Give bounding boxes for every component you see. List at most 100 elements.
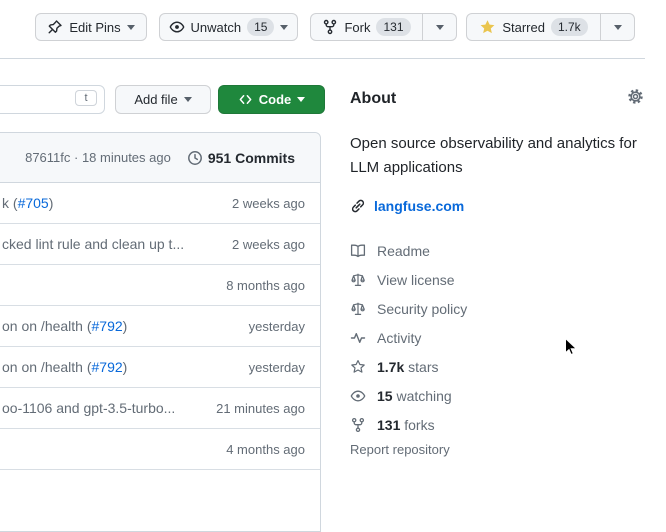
stars-count: 1.7k bbox=[551, 18, 588, 36]
go-to-file-input[interactable]: t bbox=[0, 85, 105, 114]
about-links: Readme View license Security policy Acti… bbox=[350, 236, 652, 457]
report-repository-link[interactable]: Report repository bbox=[350, 442, 652, 457]
chevron-down-icon bbox=[436, 25, 444, 30]
starred-button-group: Starred 1.7k bbox=[466, 13, 635, 41]
commit-message[interactable]: cked lint rule and clean up t... bbox=[2, 236, 184, 252]
issue-link[interactable]: #792 bbox=[92, 318, 123, 334]
issue-link[interactable]: #705 bbox=[18, 195, 49, 211]
code-label: Code bbox=[259, 92, 292, 107]
readme-link[interactable]: Readme bbox=[350, 236, 652, 265]
about-link-label: 15 watching bbox=[377, 388, 452, 404]
commit-age[interactable]: 2 weeks ago bbox=[232, 196, 305, 211]
chevron-down-icon bbox=[297, 97, 305, 102]
message-text: on on /health ( bbox=[2, 318, 92, 334]
commit-age[interactable]: 8 months ago bbox=[226, 278, 305, 293]
edit-pins-label: Edit Pins bbox=[69, 20, 120, 35]
add-file-button[interactable]: Add file bbox=[115, 85, 211, 114]
file-row: k (#705) 2 weeks ago bbox=[0, 183, 320, 224]
eye-icon bbox=[169, 19, 185, 35]
add-file-label: Add file bbox=[134, 92, 177, 107]
repo-website-row: langfuse.com bbox=[350, 198, 652, 214]
fork-icon bbox=[322, 19, 338, 35]
file-row: on on /health (#792) yesterday bbox=[0, 306, 320, 347]
commit-message[interactable]: oo-1106 and gpt-3.5-turbo... bbox=[2, 400, 175, 416]
forks-count: 131 bbox=[376, 18, 410, 36]
commit-age[interactable]: 2 weeks ago bbox=[232, 237, 305, 252]
commit-message[interactable]: on on /health (#792) bbox=[2, 359, 127, 375]
message-text: ) bbox=[49, 195, 54, 211]
fork-button[interactable]: Fork 131 bbox=[311, 14, 422, 40]
message-text: on on /health ( bbox=[2, 359, 92, 375]
shortcut-key-badge: t bbox=[75, 90, 97, 106]
message-text: k ( bbox=[2, 195, 18, 211]
chevron-down-icon bbox=[127, 25, 135, 30]
book-icon bbox=[350, 243, 366, 259]
watchers-count: 15 bbox=[247, 18, 274, 36]
pulse-icon bbox=[350, 330, 366, 346]
header-divider bbox=[0, 58, 645, 59]
about-panel: About Open source observability and anal… bbox=[350, 90, 652, 457]
commit-age[interactable]: yesterday bbox=[249, 360, 305, 375]
pin-icon bbox=[47, 19, 63, 35]
repo-website-link[interactable]: langfuse.com bbox=[374, 198, 464, 214]
law-icon bbox=[350, 272, 366, 288]
file-row: on on /health (#792) yesterday bbox=[0, 347, 320, 388]
unwatch-label: Unwatch bbox=[191, 20, 242, 35]
commit-message[interactable]: k (#705) bbox=[2, 195, 53, 211]
chevron-down-icon bbox=[280, 25, 288, 30]
file-row: 8 months ago bbox=[0, 265, 320, 306]
about-link-label: View license bbox=[377, 272, 455, 288]
starred-button[interactable]: Starred 1.7k bbox=[467, 14, 600, 40]
stars-link[interactable]: 1.7k stars bbox=[350, 352, 652, 381]
repo-description: Open source observability and analytics … bbox=[350, 132, 652, 180]
edit-pins-button[interactable]: Edit Pins bbox=[35, 13, 147, 41]
eye-icon bbox=[350, 388, 366, 404]
about-link-label: Security policy bbox=[377, 301, 467, 317]
history-icon bbox=[187, 150, 203, 166]
message-text: ) bbox=[123, 318, 128, 334]
commit-age[interactable]: 21 minutes ago bbox=[216, 401, 305, 416]
commit-age[interactable]: 4 months ago bbox=[226, 442, 305, 457]
latest-commit-bar: 87611fc · 18 minutes ago 951 Commits bbox=[0, 133, 320, 183]
code-button[interactable]: Code bbox=[218, 85, 325, 114]
file-row: cked lint rule and clean up t... 2 weeks… bbox=[0, 224, 320, 265]
about-link-label: Activity bbox=[377, 330, 421, 346]
file-row: oo-1106 and gpt-3.5-turbo... 21 minutes … bbox=[0, 388, 320, 429]
chevron-down-icon bbox=[184, 97, 192, 102]
message-text: cked lint rule and clean up t... bbox=[2, 236, 184, 252]
about-link-label: Readme bbox=[377, 243, 430, 259]
star-dropdown-button[interactable] bbox=[600, 14, 634, 40]
commits-count-label: 951 Commits bbox=[208, 150, 295, 166]
link-icon bbox=[350, 198, 366, 214]
commit-history-link[interactable]: 951 Commits bbox=[187, 150, 295, 166]
security-policy-link[interactable]: Security policy bbox=[350, 294, 652, 323]
issue-link[interactable]: #792 bbox=[92, 359, 123, 375]
unwatch-button[interactable]: Unwatch 15 bbox=[159, 13, 298, 41]
message-text: ) bbox=[123, 359, 128, 375]
fork-dropdown-button[interactable] bbox=[422, 14, 456, 40]
commit-message[interactable]: on on /health (#792) bbox=[2, 318, 127, 334]
about-title: About bbox=[350, 90, 652, 108]
file-row: 4 months ago bbox=[0, 429, 320, 470]
starred-label: Starred bbox=[502, 20, 545, 35]
gear-icon bbox=[627, 88, 644, 105]
file-table: 87611fc · 18 minutes ago 951 Commits k (… bbox=[0, 132, 321, 532]
star-icon bbox=[479, 19, 496, 36]
view-license-link[interactable]: View license bbox=[350, 265, 652, 294]
latest-commit-sha[interactable]: 87611fc · 18 minutes ago bbox=[25, 150, 171, 165]
commit-age[interactable]: yesterday bbox=[249, 319, 305, 334]
fork-icon bbox=[350, 417, 366, 433]
forks-link[interactable]: 131 forks bbox=[350, 410, 652, 439]
activity-link[interactable]: Activity bbox=[350, 323, 652, 352]
chevron-down-icon bbox=[614, 25, 622, 30]
about-link-label: 131 forks bbox=[377, 417, 435, 433]
edit-about-button[interactable] bbox=[627, 88, 644, 109]
law-icon bbox=[350, 301, 366, 317]
star-icon bbox=[350, 359, 366, 375]
about-link-label: 1.7k stars bbox=[377, 359, 438, 375]
watching-link[interactable]: 15 watching bbox=[350, 381, 652, 410]
fork-label: Fork bbox=[344, 20, 370, 35]
fork-button-group: Fork 131 bbox=[310, 13, 457, 41]
message-text: oo-1106 and gpt-3.5-turbo... bbox=[2, 400, 175, 416]
code-icon bbox=[238, 92, 253, 107]
